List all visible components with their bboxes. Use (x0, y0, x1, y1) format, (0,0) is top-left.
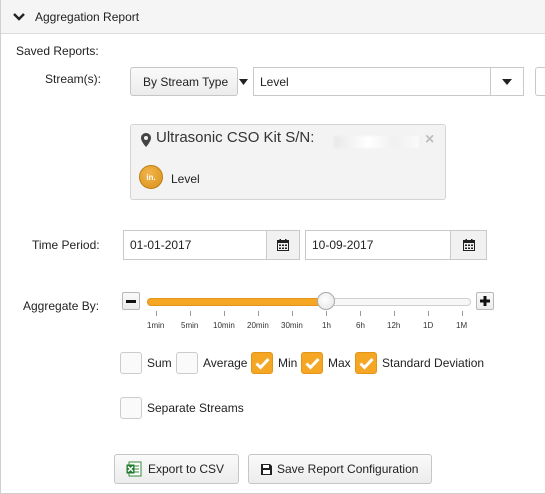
chevron-down-icon[interactable] (13, 12, 25, 22)
save-configuration-label: Save Report Configuration (277, 462, 419, 476)
slider-tick (292, 311, 293, 316)
streams-label: Stream(s): (45, 72, 102, 86)
stream-type-label: By Stream Type (143, 74, 229, 89)
separate-streams-label: Separate Streams (147, 401, 244, 415)
caret-down-icon[interactable] (239, 79, 248, 85)
slider-tick (190, 311, 191, 316)
panel-title: Aggregation Report (35, 10, 140, 24)
checkmark-icon (255, 357, 270, 370)
export-csv-label: Export to CSV (148, 462, 225, 476)
slider-tick-label: 1min (147, 321, 165, 330)
end-date-value: 10-09-2017 (312, 238, 374, 252)
slider-tick (462, 311, 463, 316)
slider-tick (360, 311, 361, 316)
aggregate-increase-button[interactable] (476, 292, 494, 310)
time-period-label: Time Period: (32, 238, 100, 252)
checkmark-icon (305, 357, 320, 370)
slider-tick-label: 10min (213, 321, 235, 330)
stream-card-label: Level (171, 172, 200, 186)
slider-tick (156, 311, 157, 316)
stream-select-toggle[interactable] (490, 67, 524, 96)
option-label: Max (328, 356, 351, 370)
excel-icon (126, 461, 142, 477)
slider-tick (428, 311, 429, 316)
stream-select[interactable]: Level (253, 67, 491, 96)
stream-select-secondary[interactable] (535, 67, 545, 96)
plus-icon (480, 296, 490, 306)
saved-reports-label: Saved Reports: (16, 44, 99, 58)
start-date-input[interactable]: 01-01-2017 (123, 230, 267, 260)
close-icon[interactable]: × (425, 131, 434, 149)
export-csv-button[interactable]: Export to CSV (114, 454, 239, 484)
option-label: Min (278, 356, 298, 370)
stream-card: Ultrasonic CSO Kit S/N: × in. Level (130, 124, 446, 200)
option-checkbox-max[interactable] (301, 352, 323, 374)
end-date-calendar-button[interactable] (450, 230, 487, 260)
separate-streams-checkbox[interactable] (120, 397, 142, 419)
redacted-serial (334, 136, 419, 148)
panel-header[interactable]: Aggregation Report (1, 0, 545, 34)
slider-tick (258, 311, 259, 316)
stream-select-value: Level (260, 74, 289, 89)
slider-tick-label: 12h (387, 321, 401, 330)
option-checkbox-min[interactable] (251, 352, 273, 374)
calendar-icon (462, 239, 475, 251)
aggregate-by-label: Aggregate By: (23, 299, 100, 313)
report-panel: Aggregation Report Saved Reports: Stream… (0, 0, 545, 494)
option-checkbox-standard-deviation[interactable] (355, 352, 377, 374)
option-label: Sum (147, 356, 172, 370)
stream-card-title: Ultrasonic CSO Kit S/N: (156, 129, 315, 146)
slider-tick-label: 30min (281, 321, 303, 330)
minus-icon (126, 299, 136, 303)
slider-tick-label: 1h (322, 321, 331, 330)
floppy-disk-icon (261, 463, 272, 475)
units-badge-icon: in. (139, 165, 163, 189)
option-label: Standard Deviation (382, 356, 485, 370)
checkmark-icon (359, 357, 374, 370)
aggregate-decrease-button[interactable] (122, 292, 140, 310)
slider-tick-label: 20min (247, 321, 269, 330)
slider-tick-label: 5min (181, 321, 199, 330)
aggregate-slider-fill (147, 298, 326, 306)
aggregate-slider-handle[interactable] (317, 292, 335, 310)
option-label: Average (203, 356, 248, 370)
option-checkbox-sum[interactable] (120, 352, 142, 374)
slider-tick (224, 311, 225, 316)
slider-tick-label: 1M (456, 321, 468, 330)
caret-down-icon (502, 78, 512, 85)
option-checkbox-average[interactable] (176, 352, 198, 374)
start-date-calendar-button[interactable] (266, 230, 300, 260)
end-date-input[interactable]: 10-09-2017 (305, 230, 451, 260)
map-pin-icon (141, 133, 151, 147)
slider-tick-label: 1D (423, 321, 434, 330)
slider-tick-label: 6h (356, 321, 365, 330)
calendar-icon (277, 239, 289, 251)
slider-tick (394, 311, 395, 316)
stream-type-button[interactable]: By Stream Type (130, 67, 238, 96)
slider-tick (326, 311, 327, 316)
save-configuration-button[interactable]: Save Report Configuration (248, 454, 432, 484)
start-date-value: 01-01-2017 (130, 238, 192, 252)
